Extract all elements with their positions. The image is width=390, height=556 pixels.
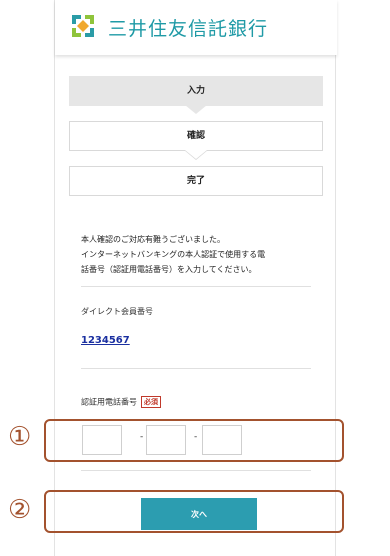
required-badge: 必須	[141, 396, 161, 408]
step-confirm: 確認	[69, 121, 323, 160]
divider	[81, 286, 311, 287]
step-label: 完了	[186, 176, 205, 186]
direct-member-number[interactable]: 1234567	[81, 335, 130, 346]
bank-logo-icon	[72, 15, 94, 37]
auth-phone-label-row: 認証用電話番号 必須	[81, 396, 161, 408]
message-line: 話番号（認証用電話番号）を入力してください。	[81, 265, 257, 274]
progress-steps: 入力 確認 完了	[69, 76, 323, 196]
step-label: 入力	[186, 86, 205, 96]
direct-member-label: ダイレクト会員番号	[81, 307, 153, 316]
step-complete: 完了	[69, 166, 323, 196]
divider	[81, 368, 311, 369]
step-label: 確認	[186, 131, 205, 141]
callout-highlight-1	[44, 419, 344, 462]
callout-number-2: ②	[8, 495, 32, 525]
callout-highlight-2	[44, 490, 344, 533]
step-input: 入力	[69, 76, 323, 114]
message-line: インターネットバンキングの本人認証で使用する電	[81, 250, 266, 259]
site-header: 三井住友信託銀行	[55, 0, 337, 55]
divider	[81, 470, 311, 471]
auth-phone-label: 認証用電話番号	[81, 397, 137, 407]
callout-number-1: ①	[8, 422, 32, 452]
message-line: 本人確認のご対応有難うございました。	[81, 235, 225, 244]
instruction-text: 本人確認のご対応有難うございました。 インターネットバンキングの本人認証で使用す…	[81, 232, 317, 277]
mobile-page: 三井住友信託銀行 入力 確認 完了 本人確認のご対応有難うございました。 インタ…	[54, 0, 337, 556]
bank-name: 三井住友信託銀行	[108, 18, 269, 40]
step-arrow-fill	[185, 150, 207, 159]
step-arrow-icon	[185, 105, 207, 114]
